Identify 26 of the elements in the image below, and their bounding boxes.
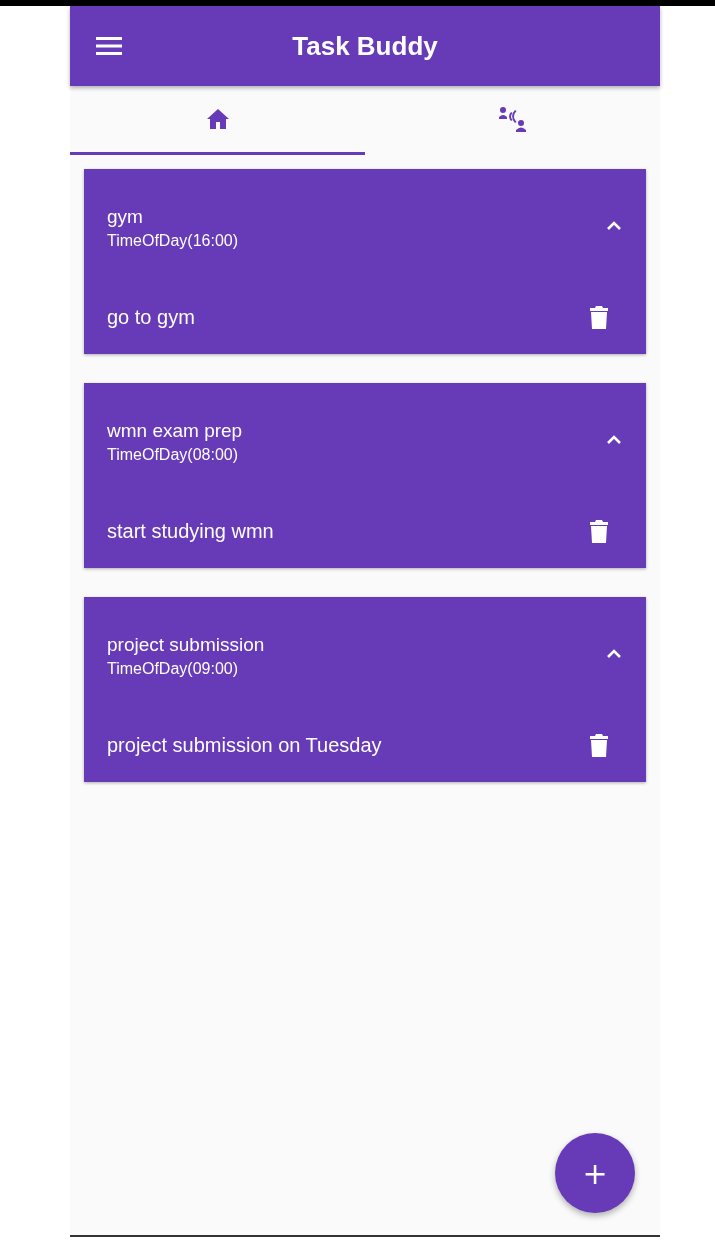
task-item: go to gym xyxy=(107,306,195,329)
card-header[interactable]: gym TimeOfDay(16:00) xyxy=(84,169,646,281)
chevron-up-icon[interactable] xyxy=(606,648,622,658)
task-item: project submission on Tuesday xyxy=(107,734,382,757)
menu-icon xyxy=(96,36,122,56)
task-time: TimeOfDay(16:00) xyxy=(107,232,239,250)
card-header[interactable]: wmn exam prep TimeOfDay(08:00) xyxy=(84,383,646,495)
chevron-up-icon[interactable] xyxy=(606,434,622,444)
delete-button[interactable] xyxy=(590,734,608,757)
delete-button[interactable] xyxy=(590,306,608,329)
task-time: TimeOfDay(09:00) xyxy=(107,660,239,678)
app-title: Task Buddy xyxy=(291,30,439,62)
add-button[interactable]: + xyxy=(555,1133,635,1213)
trash-icon xyxy=(590,520,608,543)
task-title: gym xyxy=(107,206,144,228)
task-title: wmn exam prep xyxy=(107,420,244,442)
chevron-up-icon[interactable] xyxy=(606,220,622,230)
home-icon xyxy=(205,108,230,130)
task-time: TimeOfDay(08:00) xyxy=(107,446,239,464)
trash-icon xyxy=(590,734,608,757)
task-item: start studying wmn xyxy=(107,520,274,543)
trash-icon xyxy=(590,306,608,329)
people-signal-icon xyxy=(498,106,527,132)
card-header[interactable]: project submission TimeOfDay(09:00) xyxy=(84,597,646,709)
task-title: project submission xyxy=(107,634,266,656)
delete-button[interactable] xyxy=(590,520,608,543)
